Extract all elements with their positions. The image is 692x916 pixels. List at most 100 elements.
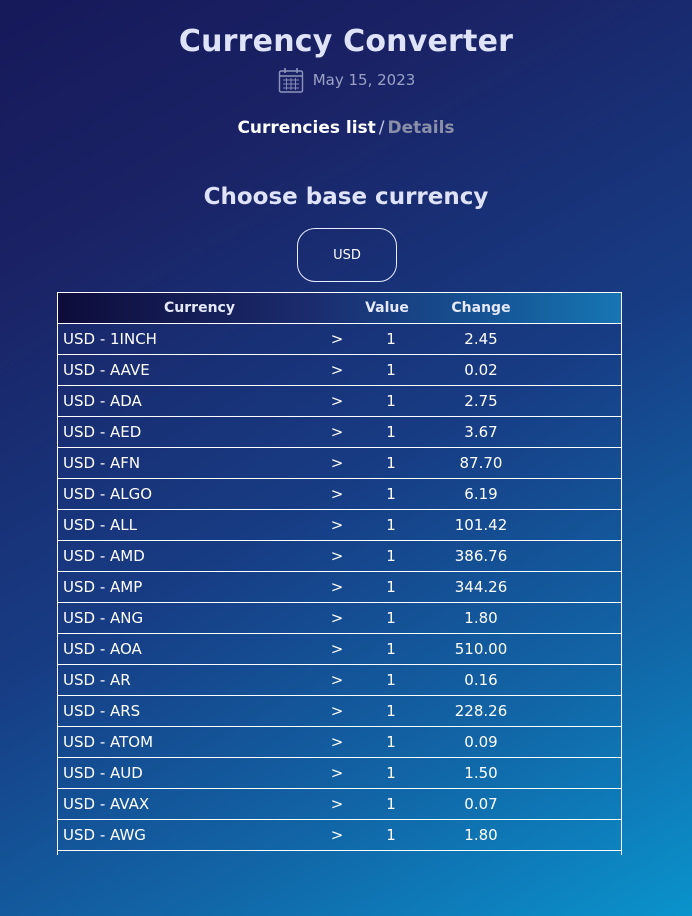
row-arrow-icon: > (330, 392, 344, 410)
table-row[interactable]: USD - ALGO >1 6.19 (58, 479, 621, 510)
value-cell: 1 (386, 826, 396, 844)
currency-cell: USD - ANG (63, 609, 144, 627)
currency-cell: USD - ARS (63, 702, 141, 720)
value-cell: 1 (386, 764, 396, 782)
change-cell: 2.45 (464, 330, 498, 348)
value-cell: 1 (386, 702, 396, 720)
table-row[interactable]: USD - AR >1 0.16 (58, 665, 621, 696)
value-cell: 1 (386, 330, 396, 348)
table-row[interactable]: USD - AWG >1 1.80 (58, 820, 621, 851)
value-cell: 1 (386, 516, 396, 534)
change-cell: 344.26 (454, 578, 508, 596)
row-arrow-icon: > (330, 795, 344, 813)
currency-cell: USD - ADA (63, 392, 142, 410)
currency-cell: USD - AWG (63, 826, 146, 844)
change-cell: 228.26 (454, 702, 508, 720)
currency-cell: USD - 1INCH (63, 330, 157, 348)
currency-cell: USD - AMD (63, 547, 145, 565)
value-cell: 1 (386, 485, 396, 503)
row-arrow-icon: > (330, 547, 344, 565)
table-row[interactable]: USD - ALL >1 101.42 (58, 510, 621, 541)
value-cell: 1 (386, 454, 396, 472)
currency-cell: USD - AVAX (63, 795, 150, 813)
breadcrumb-details[interactable]: Details (388, 118, 455, 138)
calendar-icon (277, 66, 305, 94)
table-row[interactable]: USD - AVAX >1 0.07 (58, 789, 621, 820)
row-arrow-icon: > (330, 516, 344, 534)
currency-cell: USD - AUD (63, 764, 143, 782)
value-cell: 1 (386, 578, 396, 596)
column-header-value: Value (365, 300, 409, 316)
table-row[interactable]: USD - 1INCH >1 2.45 (58, 324, 621, 355)
change-cell: 510.00 (454, 640, 508, 658)
column-header-change: Change (451, 300, 511, 316)
table-body: USD - 1INCH >1 2.45 USD - AAVE >1 0.02 USD - A… (58, 324, 621, 851)
table-row[interactable]: USD - AOA >1 510.00 (58, 634, 621, 665)
table-row[interactable]: USD - ADA >1 2.75 (58, 386, 621, 417)
row-arrow-icon: > (330, 609, 344, 627)
change-cell: 87.70 (459, 454, 503, 472)
breadcrumb-separator: / (378, 118, 385, 138)
row-arrow-icon: > (330, 485, 344, 503)
currency-cell: USD - AOA (63, 640, 142, 658)
change-cell: 0.16 (464, 671, 498, 689)
currency-cell: USD - AMP (63, 578, 143, 596)
table-row[interactable]: USD - AAVE >1 0.02 (58, 355, 621, 386)
date-row: May 15, 2023 (0, 66, 692, 94)
table-header: Currency Value Change (58, 293, 621, 324)
value-cell: 1 (386, 423, 396, 441)
currency-cell: USD - ALL (63, 516, 137, 534)
value-cell: 1 (386, 361, 396, 379)
table-row[interactable]: USD - AED >1 3.67 (58, 417, 621, 448)
row-arrow-icon: > (330, 578, 344, 596)
value-cell: 1 (386, 671, 396, 689)
row-arrow-icon: > (330, 826, 344, 844)
currency-cell: USD - AFN (63, 454, 141, 472)
row-arrow-icon: > (330, 764, 344, 782)
currency-table: Currency Value Change USD - 1INCH >1 2.45 U… (57, 292, 622, 855)
change-cell: 3.67 (464, 423, 498, 441)
date-text: May 15, 2023 (312, 71, 416, 89)
row-arrow-icon: > (330, 454, 344, 472)
breadcrumb: Currencies list / Details (0, 118, 692, 138)
table-row[interactable]: USD - AMD >1 386.76 (58, 541, 621, 572)
table-row[interactable]: USD - ARS >1 228.26 (58, 696, 621, 727)
change-cell: 386.76 (454, 547, 508, 565)
change-cell: 101.42 (454, 516, 508, 534)
table-row[interactable]: USD - AFN >1 87.70 (58, 448, 621, 479)
currency-cell: USD - AAVE (63, 361, 150, 379)
currency-cell: USD - AED (63, 423, 142, 441)
value-cell: 1 (386, 795, 396, 813)
currency-cell: USD - ATOM (63, 733, 154, 751)
row-arrow-icon: > (330, 640, 344, 658)
currency-cell: USD - AR (63, 671, 131, 689)
value-cell: 1 (386, 609, 396, 627)
value-cell: 1 (386, 547, 396, 565)
currency-cell: USD - ALGO (63, 485, 153, 503)
row-arrow-icon: > (330, 671, 344, 689)
table-row[interactable]: USD - AMP >1 344.26 (58, 572, 621, 603)
change-cell: 2.75 (464, 392, 498, 410)
change-cell: 0.09 (464, 733, 498, 751)
base-currency-button[interactable]: USD (297, 228, 397, 282)
change-cell: 0.07 (464, 795, 498, 813)
row-arrow-icon: > (330, 361, 344, 379)
change-cell: 1.80 (464, 609, 498, 627)
page-title: Currency Converter (178, 24, 514, 59)
row-arrow-icon: > (330, 733, 344, 751)
table-row[interactable]: USD - AUD >1 1.50 (58, 758, 621, 789)
column-header-currency: Currency (164, 300, 235, 316)
table-row[interactable]: USD - ATOM >1 0.09 (58, 727, 621, 758)
row-arrow-icon: > (330, 330, 344, 348)
row-arrow-icon: > (330, 702, 344, 720)
table-row[interactable]: USD - ANG >1 1.80 (58, 603, 621, 634)
value-cell: 1 (386, 640, 396, 658)
value-cell: 1 (386, 392, 396, 410)
value-cell: 1 (386, 733, 396, 751)
change-cell: 6.19 (464, 485, 498, 503)
row-arrow-icon: > (330, 423, 344, 441)
change-cell: 0.02 (464, 361, 498, 379)
change-cell: 1.50 (464, 764, 498, 782)
base-currency-heading: Choose base currency (203, 184, 489, 210)
breadcrumb-currencies-list[interactable]: Currencies list (237, 118, 375, 138)
